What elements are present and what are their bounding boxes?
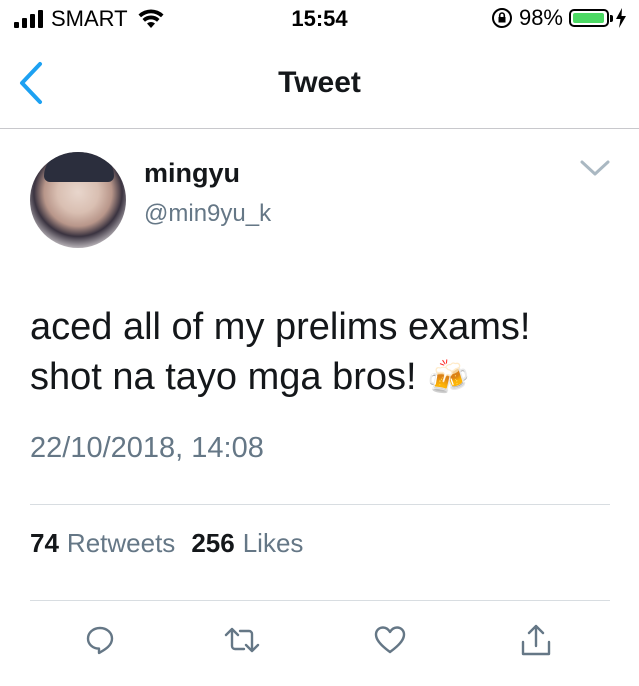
tweet-stats: 74 Retweets 256 Likes (30, 528, 311, 559)
divider (30, 600, 610, 601)
retweet-button[interactable] (222, 618, 262, 662)
tweet-text-line: shot na tayo mga bros! 🍻 (30, 356, 470, 398)
share-icon (521, 624, 551, 656)
tweet-text-line: aced all of my prelims exams! (30, 306, 531, 348)
battery-percent: 98% (518, 5, 563, 30)
nav-bar: Tweet (0, 40, 639, 129)
author-handle[interactable]: @min9yu_k (144, 200, 271, 228)
comment-icon (86, 626, 114, 655)
charging-bolt-icon (616, 8, 626, 28)
divider (30, 504, 610, 505)
page-title: Tweet (278, 66, 361, 99)
heart-icon (374, 626, 406, 654)
rotation-lock-icon (491, 8, 512, 28)
retweet-icon (224, 627, 260, 653)
tweet-timestamp: 22/10/2018, 14:08 (30, 432, 264, 464)
reply-button[interactable] (80, 618, 120, 662)
battery-icon (569, 9, 613, 27)
status-right: 98% (491, 5, 627, 31)
like-label[interactable]: Likes (243, 528, 304, 559)
author-name[interactable]: mingyu (144, 158, 240, 189)
beer-emoji: 🍻 (427, 359, 470, 397)
chevron-down-icon[interactable] (578, 156, 612, 180)
avatar[interactable] (30, 152, 126, 248)
retweet-label[interactable]: Retweets (67, 528, 175, 559)
share-button[interactable] (516, 618, 556, 662)
status-bar: SMART 15:54 98% (0, 0, 639, 40)
battery-level (573, 13, 605, 23)
like-button[interactable] (370, 618, 410, 662)
tweet-actions (0, 618, 639, 668)
tweet-text: aced all of my prelims exams! shot na ta… (30, 302, 610, 403)
like-count[interactable]: 256 (191, 528, 234, 559)
retweet-count[interactable]: 74 (30, 528, 59, 559)
